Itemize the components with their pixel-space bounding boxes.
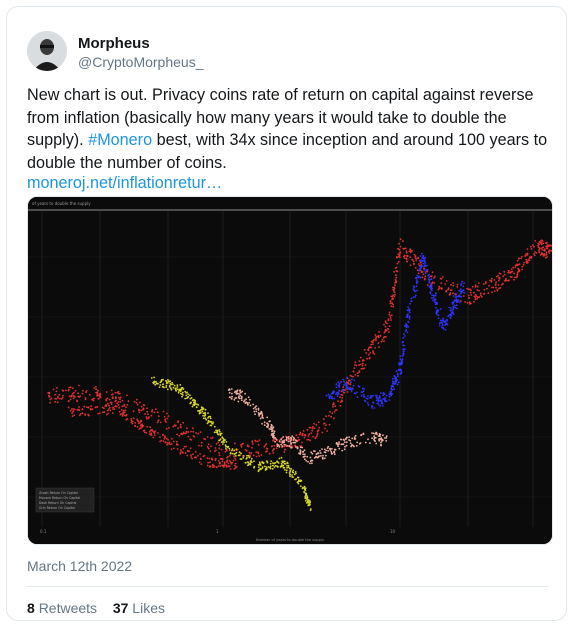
retweets-count: 8 [27, 600, 35, 616]
retweets-stat[interactable]: 8 Retweets [27, 600, 101, 616]
legend-entry-dash: Dash Return On Capital [39, 501, 77, 505]
avatar[interactable] [27, 31, 67, 71]
author-handle[interactable]: @CryptoMorpheus_ [78, 54, 204, 70]
divider [27, 586, 548, 587]
avatar-image [27, 31, 67, 71]
tweet-card: Morpheus @CryptoMorpheus_ New chart is o… [6, 6, 567, 621]
chart-header-label: of years to double the supply [32, 201, 91, 206]
x-tick-label: 0.1 [40, 529, 47, 534]
retweets-label: Retweets [38, 600, 98, 616]
likes-stat[interactable]: 37 Likes [113, 600, 169, 616]
legend-entry-grin: Grin Return On Capital [39, 506, 75, 510]
tweet-link[interactable]: moneroj.net/inflationretur… [27, 174, 222, 193]
tweet-date[interactable]: March 12th 2022 [27, 558, 132, 574]
legend-entry-monero: Monero Return On Capital [39, 496, 80, 500]
x-axis-label: Number of years to double the supply [256, 538, 325, 542]
author-name[interactable]: Morpheus [78, 35, 150, 52]
chart-legend: Zcash Return On Capital Monero Return On… [35, 487, 95, 513]
likes-label: Likes [132, 600, 165, 616]
hashtag-link[interactable]: #Monero [88, 131, 152, 149]
chart-image: of years to double the supply Zcash Retu… [28, 197, 552, 544]
x-tick-label: 10 [390, 529, 396, 534]
likes-count: 37 [112, 600, 129, 616]
tweet-media-chart[interactable]: of years to double the supply Zcash Retu… [27, 196, 553, 545]
tweet-text: New chart is out. Privacy coins rate of … [27, 84, 552, 174]
legend-entry-zcash: Zcash Return On Capital [39, 491, 78, 495]
tweet-stats: 8 Retweets 37 Likes [27, 600, 173, 616]
